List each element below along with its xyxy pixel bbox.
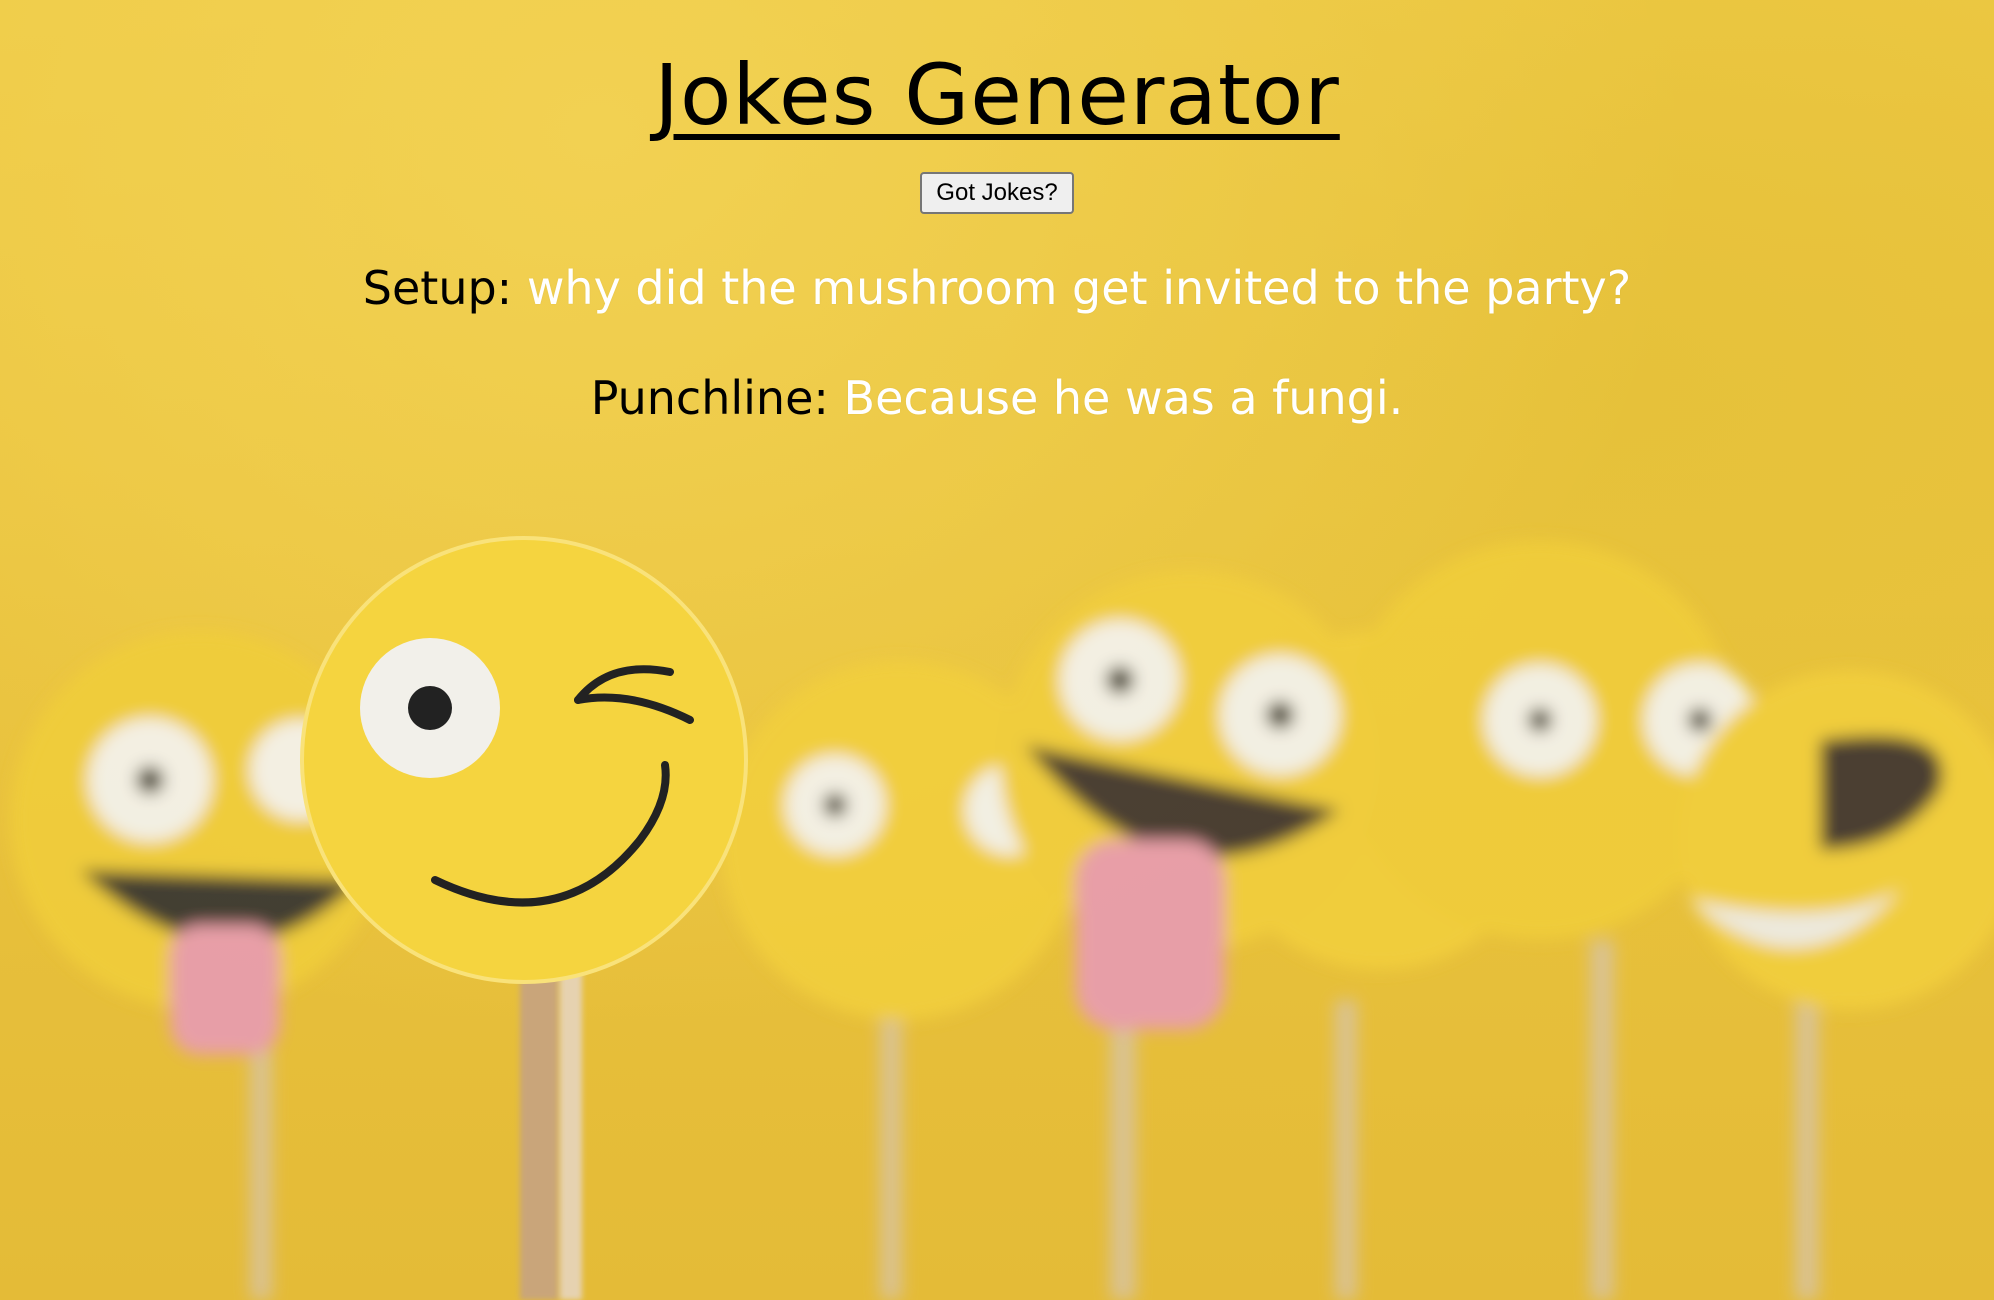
main-content: Jokes Generator Got Jokes? Setup: why di… xyxy=(0,0,1994,428)
punchline-text: Because he was a fungi. xyxy=(843,371,1404,425)
button-container: Got Jokes? xyxy=(0,172,1994,214)
punchline-line: Punchline: Because he was a fungi. xyxy=(0,368,1994,428)
setup-text: why did the mushroom get invited to the … xyxy=(526,261,1632,315)
setup-label: Setup: xyxy=(362,261,513,315)
got-jokes-button[interactable]: Got Jokes? xyxy=(920,172,1074,214)
punchline-label: Punchline: xyxy=(590,371,829,425)
setup-line: Setup: why did the mushroom get invited … xyxy=(0,258,1994,318)
page-title: Jokes Generator xyxy=(654,46,1340,144)
